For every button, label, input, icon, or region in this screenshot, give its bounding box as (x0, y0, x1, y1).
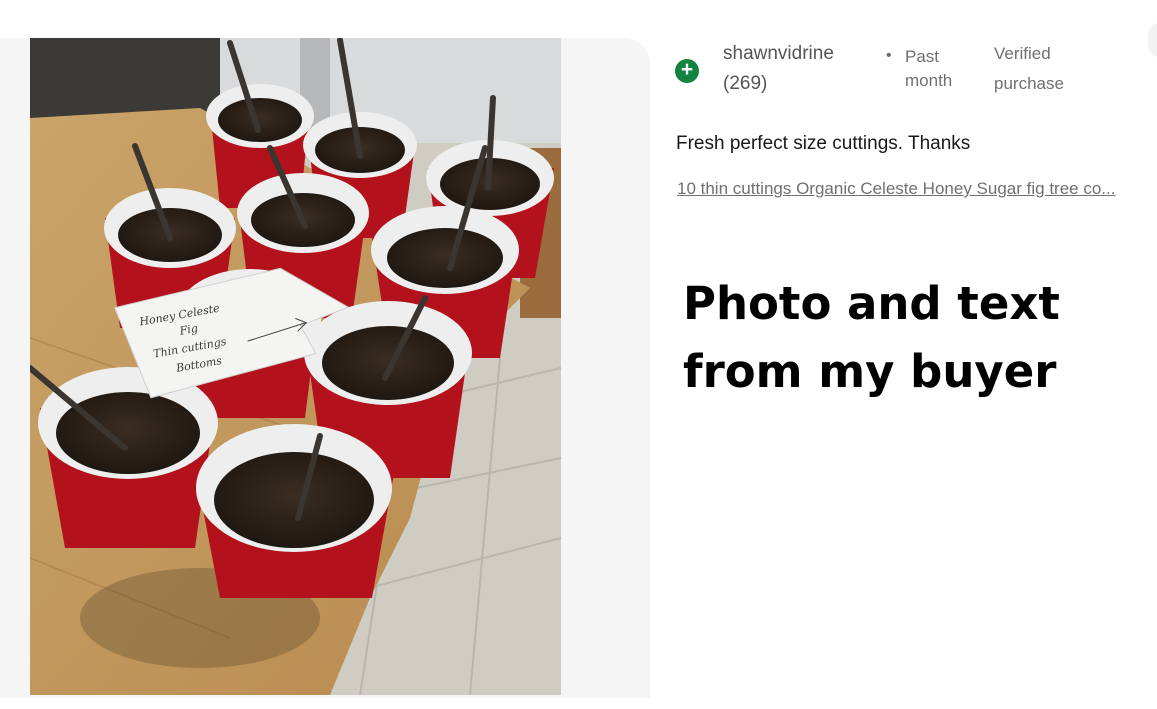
verified-purchase-line2: purchase (994, 74, 1064, 93)
item-link[interactable]: 10 thin cuttings Organic Celeste Honey S… (677, 179, 1147, 199)
annotation-line2: from my buyer (683, 345, 1057, 398)
review-text: Fresh perfect size cuttings. Thanks (676, 133, 971, 154)
reviewer-name[interactable]: shawnvidrine (723, 43, 834, 65)
plus-circle-icon: + (680, 58, 694, 81)
reviewer-feedback-count: (269) (723, 73, 768, 94)
separator-dot: • (886, 47, 892, 64)
fig-cuttings-photo: Honey Celeste Fig Thin cuttings Bottoms (30, 38, 561, 695)
overlay-annotation: Photo and text from my buyer (683, 270, 1143, 406)
review-time-line2: month (905, 71, 953, 90)
review-photo[interactable]: Honey Celeste Fig Thin cuttings Bottoms (30, 38, 561, 695)
verified-purchase-line1: Verified (994, 44, 1051, 63)
cup (195, 424, 395, 598)
avatar[interactable]: + (675, 58, 699, 83)
review-time-line1: Past (905, 47, 940, 66)
annotation-line1: Photo and text (683, 277, 1060, 330)
next-arrow-button[interactable] (1148, 22, 1157, 58)
